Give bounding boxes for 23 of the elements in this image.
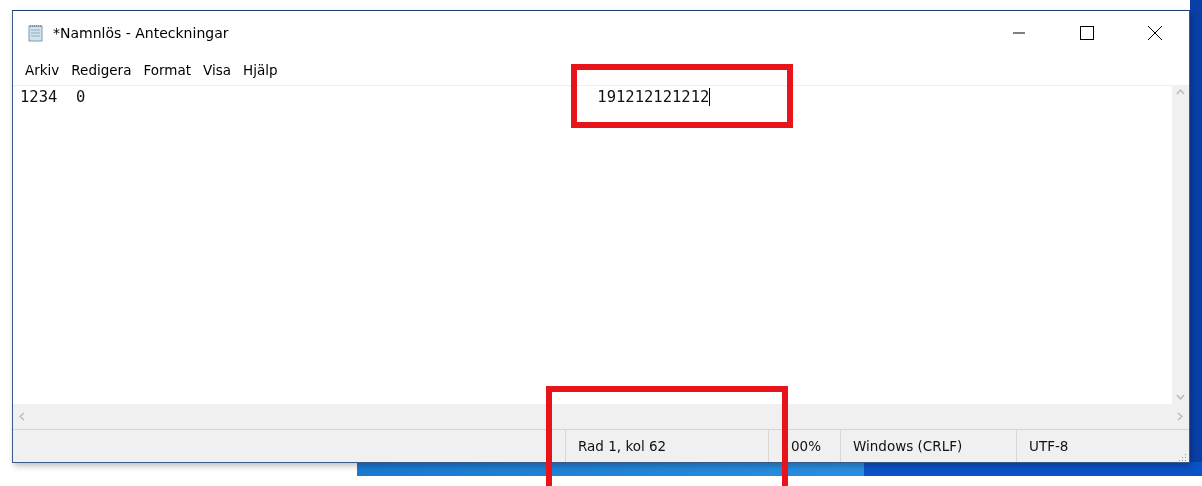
status-field: 00%	[768, 430, 840, 462]
menu-item[interactable]: Format	[137, 62, 198, 78]
status-field: Rad 1, kol 62	[565, 430, 768, 462]
scroll-left-icon	[19, 412, 25, 421]
menu-item[interactable]: Visa	[197, 62, 238, 78]
scroll-down-icon	[1176, 394, 1185, 400]
menu-item[interactable]: Arkiv	[19, 62, 66, 78]
notepad-icon	[27, 24, 45, 42]
text-area[interactable]: 1234 0 191212121212	[13, 85, 1172, 404]
minimize-icon	[1013, 32, 1025, 34]
vertical-scrollbar[interactable]	[1172, 85, 1189, 404]
maximize-icon	[1080, 26, 1094, 40]
window-title: *Namnlös - Anteckningar	[53, 25, 229, 41]
text-line: 191212121212	[597, 88, 711, 106]
close-icon	[1148, 26, 1162, 40]
status-field: Windows (CRLF)	[840, 430, 1016, 462]
status-field: UTF-8	[1016, 430, 1176, 462]
menu-item[interactable]: Redigera	[65, 62, 138, 78]
text-line: 1234 0	[20, 88, 86, 106]
resize-grip-icon[interactable]	[1177, 452, 1187, 462]
scroll-right-icon	[1177, 412, 1183, 421]
scroll-up-icon	[1176, 89, 1185, 95]
menu-item[interactable]: Hjälp	[237, 62, 284, 78]
